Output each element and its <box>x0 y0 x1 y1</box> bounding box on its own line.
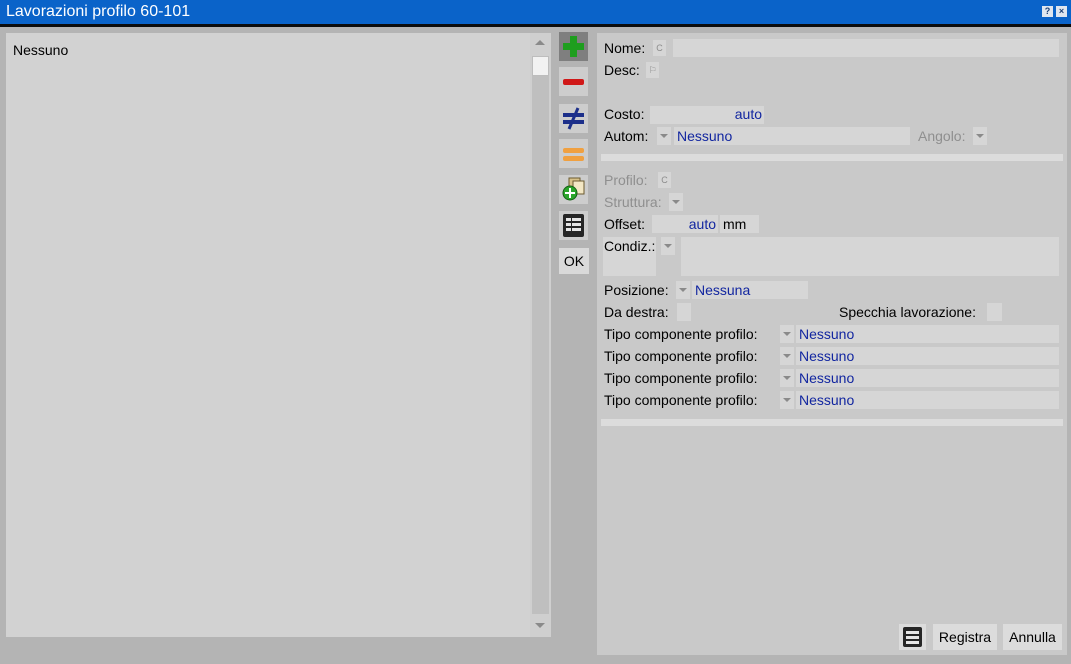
costo-input[interactable]: auto <box>650 106 764 124</box>
struttura-dropdown-icon[interactable] <box>669 193 683 211</box>
autom-dropdown-icon[interactable] <box>657 127 671 145</box>
angolo-label: Angolo: <box>918 128 966 144</box>
copy-add-icon <box>562 177 585 201</box>
lavorazioni-list[interactable]: Nessuno <box>6 33 530 637</box>
not-equal-icon <box>563 107 584 130</box>
posizione-value: Nessuna <box>695 282 751 298</box>
not-equal-button[interactable] <box>559 104 588 133</box>
tipo-componente-value: Nessuno <box>799 348 855 364</box>
tipo-componente-select[interactable]: Nessuno <box>796 391 1059 409</box>
costo-label: Costo: <box>604 106 645 122</box>
condiz-dropdown-icon[interactable] <box>661 237 675 255</box>
window-title: Lavorazioni profilo 60-101 <box>6 3 191 20</box>
tipo-componente-dropdown-icon[interactable] <box>780 369 794 387</box>
da-destra-label: Da destra: <box>604 304 669 320</box>
tipo-componente-value: Nessuno <box>799 370 855 386</box>
table-button[interactable] <box>559 211 588 240</box>
angolo-dropdown-icon[interactable] <box>973 127 987 145</box>
autom-select[interactable]: Nessuno <box>674 127 910 145</box>
equal-button[interactable] <box>559 139 588 168</box>
scroll-track[interactable] <box>532 76 549 614</box>
autom-label: Autom: <box>604 128 649 144</box>
offset-input[interactable]: auto <box>652 215 718 233</box>
autom-value: Nessuno <box>677 128 733 144</box>
registra-button[interactable]: Registra <box>933 624 997 650</box>
minus-icon <box>563 79 584 85</box>
tipo-componente-label: Tipo componente profilo: <box>604 326 758 342</box>
offset-value: auto <box>688 216 716 232</box>
profilo-lang-icon[interactable]: C <box>658 172 671 188</box>
tipo-componente-value: Nessuno <box>799 326 855 342</box>
tipo-componente-value: Nessuno <box>799 392 855 408</box>
table-icon <box>563 214 584 237</box>
condiz-label: Condiz.: <box>604 238 656 254</box>
costo-value: auto <box>734 106 762 122</box>
nome-lang-icon[interactable]: C <box>653 40 666 56</box>
posizione-dropdown-icon[interactable] <box>676 281 690 299</box>
list-item[interactable]: Nessuno <box>13 42 68 58</box>
add-button[interactable] <box>559 32 588 61</box>
tipo-componente-select[interactable]: Nessuno <box>796 325 1059 343</box>
profilo-label: Profilo: <box>604 172 648 188</box>
copy-add-button[interactable] <box>559 175 588 204</box>
condiz-input[interactable] <box>681 237 1059 276</box>
equal-icon <box>563 148 584 161</box>
title-bar: Lavorazioni profilo 60-101 ? × <box>0 0 1071 24</box>
table-icon <box>903 627 922 647</box>
tipo-componente-dropdown-icon[interactable] <box>780 391 794 409</box>
nome-label: Nome: <box>604 40 646 56</box>
table-view-button[interactable] <box>899 624 926 650</box>
da-destra-checkbox[interactable] <box>677 303 691 321</box>
separator <box>601 154 1063 161</box>
nome-input[interactable] <box>673 39 1059 57</box>
tipo-componente-dropdown-icon[interactable] <box>780 347 794 365</box>
offset-label: Offset: <box>604 216 645 232</box>
title-bar-border <box>0 24 1071 27</box>
scroll-down-icon[interactable] <box>535 623 545 628</box>
annulla-button[interactable]: Annulla <box>1003 624 1062 650</box>
scroll-up-icon[interactable] <box>535 40 545 45</box>
tipo-componente-select[interactable]: Nessuno <box>796 369 1059 387</box>
desc-flag-icon[interactable]: ⚐ <box>646 62 659 78</box>
tipo-componente-label: Tipo componente profilo: <box>604 348 758 364</box>
close-icon[interactable]: × <box>1056 6 1067 17</box>
plus-icon <box>563 36 584 57</box>
tipo-componente-dropdown-icon[interactable] <box>780 325 794 343</box>
specchia-checkbox[interactable] <box>987 303 1002 321</box>
remove-button[interactable] <box>559 67 588 96</box>
desc-label: Desc: <box>604 62 640 78</box>
tipo-componente-label: Tipo componente profilo: <box>604 370 758 386</box>
posizione-label: Posizione: <box>604 282 669 298</box>
struttura-label: Struttura: <box>604 194 662 210</box>
posizione-select[interactable]: Nessuna <box>692 281 808 299</box>
ok-button[interactable]: OK <box>559 248 589 274</box>
scroll-thumb[interactable] <box>532 56 549 76</box>
offset-unit-label: mm <box>723 216 747 232</box>
tipo-componente-label: Tipo componente profilo: <box>604 392 758 408</box>
offset-unit: mm <box>720 215 759 233</box>
help-icon[interactable]: ? <box>1042 6 1053 17</box>
separator <box>601 419 1063 426</box>
tipo-componente-select[interactable]: Nessuno <box>796 347 1059 365</box>
specchia-label: Specchia lavorazione: <box>839 304 976 320</box>
